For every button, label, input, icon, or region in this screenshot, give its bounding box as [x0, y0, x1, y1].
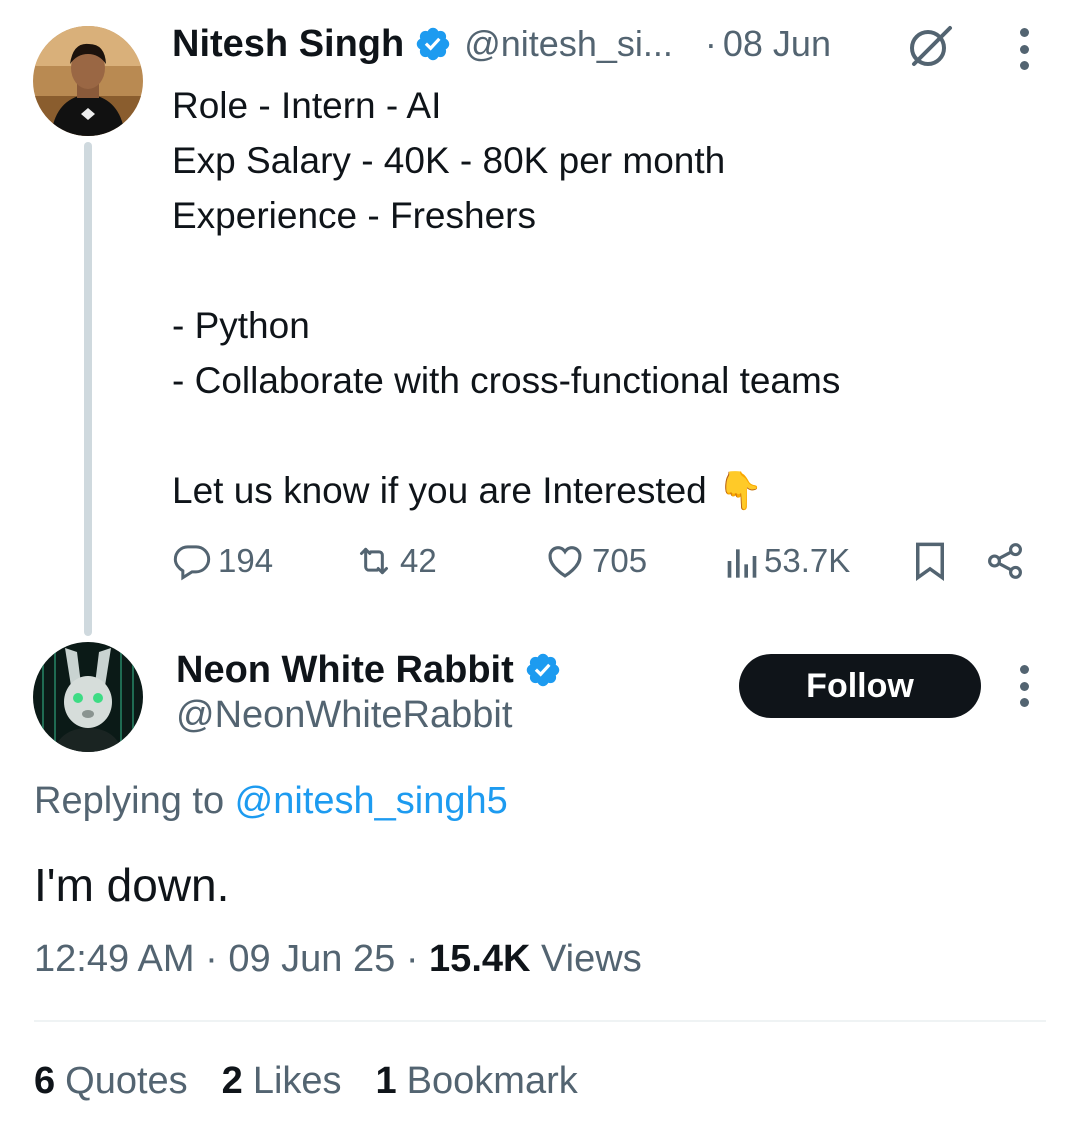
reply-count: 194 [218, 542, 274, 579]
reply-icon [172, 541, 212, 581]
follow-button[interactable]: Follow [739, 654, 981, 718]
tweet-line: - Collaborate with cross-functional team… [172, 360, 841, 401]
parent-tweet-header: Nitesh Singh @nitesh_si... · 08 Jun [172, 18, 831, 70]
tweet-line [172, 243, 1052, 298]
verified-badge-icon [524, 651, 562, 689]
tweet-line [172, 408, 1052, 463]
bookmark-icon[interactable] [912, 536, 948, 586]
tweet-line: Let us know if you are Interested 👇 [172, 470, 764, 511]
tweet-line: Exp Salary - 40K - 80K per month [172, 140, 726, 181]
parent-tweet-text: Role - Intern - AI Exp Salary - 40K - 80… [172, 78, 1052, 518]
reply-action[interactable]: 194 [172, 536, 273, 586]
likes-count: 2 [221, 1060, 243, 1102]
repost-action[interactable]: 42 [354, 536, 437, 586]
more-icon[interactable] [1018, 28, 1030, 70]
repost-count: 42 [400, 542, 437, 579]
separator-dot: · [194, 938, 229, 980]
divider [34, 1020, 1046, 1022]
reply-meta: 12:49 AM · 09 Jun 25 · 15.4K Views [34, 938, 642, 981]
author-handle[interactable]: @nitesh_si... [464, 23, 673, 65]
grok-icon[interactable] [906, 22, 954, 70]
replying-prefix: Replying to [34, 780, 235, 822]
repost-icon [354, 541, 394, 581]
bookmarks-label: Bookmark [406, 1060, 578, 1102]
tweet-line: Experience - Freshers [172, 195, 536, 236]
views-action[interactable]: 53.7K [724, 536, 850, 586]
replying-to: Replying to @nitesh_singh5 [34, 780, 508, 823]
tweet-actions: 194 42 705 53.7K [172, 536, 1032, 586]
tweet-line: - Python [172, 305, 310, 346]
author-avatar[interactable] [33, 26, 143, 136]
like-count: 705 [592, 542, 648, 579]
bookmarks-stat[interactable]: 1 Bookmark [376, 1060, 578, 1103]
tweet-line: Role - Intern - AI [172, 85, 442, 126]
bookmarks-count: 1 [375, 1060, 397, 1102]
reply-date[interactable]: 09 Jun 25 [228, 938, 395, 980]
views-icon [724, 541, 758, 581]
quotes-label: Quotes [65, 1060, 188, 1102]
tweet-date[interactable]: 08 Jun [723, 23, 831, 65]
thread-connector [84, 142, 92, 636]
separator-dot: · [704, 23, 717, 64]
quotes-count: 6 [34, 1060, 56, 1102]
reply-header: Neon White Rabbit [176, 644, 562, 696]
verified-badge-icon [414, 25, 452, 63]
reply-stats: 6 Quotes 2 Likes 1 Bookmark [34, 1060, 612, 1103]
likes-label: Likes [252, 1060, 342, 1102]
reply-author-name[interactable]: Neon White Rabbit [176, 649, 514, 692]
reply-author-handle[interactable]: @NeonWhiteRabbit [176, 694, 512, 737]
views-count: 53.7K [764, 542, 851, 579]
share-icon[interactable] [984, 536, 1026, 586]
separator-dot: · [395, 938, 430, 980]
reply-time[interactable]: 12:49 AM [34, 938, 195, 980]
more-icon[interactable] [1018, 665, 1030, 707]
author-name[interactable]: Nitesh Singh [172, 23, 404, 66]
views-label: Views [530, 938, 642, 980]
like-icon [544, 540, 586, 582]
reply-author-avatar[interactable] [33, 642, 143, 752]
views-count: 15.4K [429, 938, 531, 980]
like-action[interactable]: 705 [544, 536, 647, 586]
reply-text: I'm down. [34, 859, 230, 911]
likes-stat[interactable]: 2 Likes [222, 1060, 342, 1103]
quotes-stat[interactable]: 6 Quotes [34, 1060, 188, 1103]
mention-link[interactable]: @nitesh_singh5 [235, 780, 508, 822]
